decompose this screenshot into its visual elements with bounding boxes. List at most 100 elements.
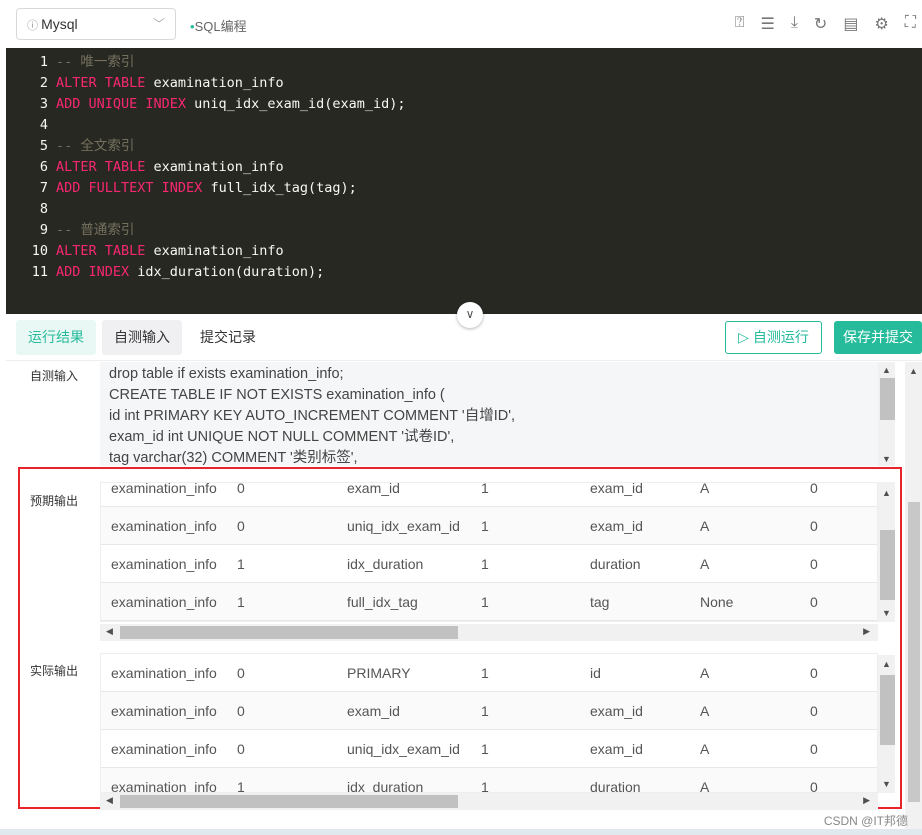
refresh-icon[interactable]: ↻ (814, 14, 827, 34)
table-cell: A (700, 556, 710, 572)
table-cell: 0 (810, 779, 818, 793)
table-cell: 1 (481, 482, 489, 496)
code-line: 5 -- 全文索引 (6, 136, 135, 157)
code-line: 4 (6, 115, 56, 136)
self-run-label: 自测运行 (752, 329, 809, 345)
table-cell: 0 (810, 741, 818, 757)
code-token: ALTER TABLE (56, 75, 146, 91)
table-cell: 0 (810, 518, 818, 534)
list-icon[interactable]: ☰ (761, 14, 775, 34)
table-cell: None (700, 594, 734, 610)
tab-run-result[interactable]: 运行结果 (16, 320, 96, 355)
table-cell: 0 (237, 741, 245, 757)
table-row: examination_info 1 idx_duration 1 duration A 0 (101, 545, 877, 583)
code-line: 11 ADD INDEX idx_duration(duration); (6, 262, 325, 283)
code-token: -- 唯一索引 (56, 54, 135, 70)
code-token: examination_info (145, 75, 284, 91)
table-cell: full_idx_tag (347, 594, 418, 610)
self-input-line: drop table if exists examination_info; (109, 366, 344, 382)
expected-output-label: 预期输出 (30, 494, 79, 508)
chevron-down-icon: ∨ (465, 307, 475, 321)
table-row: examination_info 1 full_idx_tag 1 tag None 0 (101, 583, 877, 621)
code-token: ADD UNIQUE INDEX (56, 96, 187, 112)
tab-self-input[interactable]: 自测输入 (102, 320, 182, 355)
table-cell: examination_info (111, 703, 217, 719)
code-token: full_idx_tag(tag); (202, 180, 357, 196)
code-token: uniq_idx_exam_id(exam_id); (186, 96, 406, 112)
table-cell: examination_info (111, 518, 217, 534)
save-submit-button[interactable]: 保存并提交 (834, 321, 922, 354)
table-cell: exam_id (590, 703, 643, 719)
table-cell: duration (590, 779, 641, 793)
table-cell: 1 (481, 665, 489, 681)
table-cell: 1 (481, 779, 489, 793)
calendar-icon[interactable]: ▤ (843, 14, 858, 34)
download-icon[interactable]: ⤓ (791, 14, 798, 34)
expected-vscroll[interactable]: ▲ ▼ (878, 482, 895, 622)
table-cell: uniq_idx_exam_id (347, 741, 460, 757)
code-line: 7 ADD FULLTEXT INDEX full_idx_tag(tag); (6, 178, 357, 199)
line-number: 11 (31, 264, 48, 280)
line-number: 10 (31, 243, 48, 259)
table-cell: 0 (237, 665, 245, 681)
self-run-button[interactable]: ▷ 自测运行 (725, 321, 822, 354)
db-select[interactable]: ⓘ Mysql ﹀ (16, 8, 176, 40)
table-cell: idx_duration (347, 779, 424, 793)
gear-icon[interactable]: ⚙ (874, 14, 888, 34)
self-input-label: 自测输入 (30, 369, 79, 383)
line-number: 9 (39, 222, 48, 238)
table-cell: 0 (237, 703, 245, 719)
table-cell: exam_id (347, 482, 400, 496)
line-number: 7 (39, 180, 48, 196)
table-cell: A (700, 703, 710, 719)
expected-hscroll[interactable]: ◀ ▶ (100, 624, 878, 641)
code-line: 3 ADD UNIQUE INDEX uniq_idx_exam_id(exam_… (6, 94, 406, 115)
code-line: 8 (6, 199, 56, 220)
watermark: CSDN @IT邦德 (823, 814, 908, 828)
info-icon: ⓘ (27, 20, 42, 32)
line-number: 3 (39, 96, 48, 112)
table-cell: 1 (237, 556, 245, 572)
table-cell: 0 (810, 665, 818, 681)
table-cell: idx_duration (347, 556, 424, 572)
table-cell: 0 (810, 556, 818, 572)
line-number: 5 (39, 138, 48, 154)
code-editor[interactable]: 1 -- 唯一索引 2 ALTER TABLE examination_info 3 AD… (6, 48, 922, 314)
line-number: 6 (39, 159, 48, 175)
table-cell: 1 (481, 594, 489, 610)
table-cell: 1 (481, 518, 489, 534)
line-number: 2 (39, 75, 48, 91)
table-cell: 1 (481, 741, 489, 757)
table-cell: PRIMARY (347, 665, 411, 681)
actual-hscroll[interactable]: ◀ ▶ (100, 793, 878, 810)
actual-vscroll[interactable]: ▲ ▼ (878, 655, 895, 793)
table-cell: examination_info (111, 665, 217, 681)
table-cell: 0 (237, 518, 245, 534)
tab-submit-history[interactable]: 提交记录 (188, 320, 268, 355)
collapse-editor-button[interactable]: ∨ (457, 302, 483, 328)
actual-output-label: 实际输出 (30, 664, 79, 678)
code-token: examination_info (145, 243, 284, 259)
table-cell: examination_info (111, 779, 217, 793)
self-input-line: CREATE TABLE IF NOT EXISTS examination_i… (109, 387, 445, 403)
expected-output-table: examination_info 0 exam_id 1 exam_id A 0 examin… (100, 482, 878, 622)
table-cell: examination_info (111, 594, 217, 610)
self-input-text[interactable]: drop table if exists examination_info; CR… (100, 362, 878, 466)
table-row: examination_info 0 exam_id 1 exam_id A 0 (101, 692, 877, 730)
fullscreen-icon[interactable]: ⛶ (905, 14, 916, 34)
help-icon[interactable]: ⍰ (735, 14, 745, 34)
table-cell: 0 (810, 594, 818, 610)
line-number: 4 (39, 117, 48, 133)
table-cell: A (700, 518, 710, 534)
self-input-scrollbar[interactable]: ▲ ▼ (878, 362, 895, 466)
self-input-line: tag varchar(32) COMMENT '类别标签', (109, 450, 358, 466)
code-token: idx_duration(duration); (129, 264, 325, 280)
code-token: ALTER TABLE (56, 159, 146, 175)
table-cell: A (700, 741, 710, 757)
page-scrollbar[interactable]: ▲ (905, 362, 922, 832)
line-number: 8 (39, 201, 48, 217)
table-cell: duration (590, 556, 641, 572)
code-token: ADD FULLTEXT INDEX (56, 180, 203, 196)
actual-output-table: examination_info 0 PRIMARY 1 id A 0 examination… (100, 653, 878, 793)
table-cell: 0 (810, 703, 818, 719)
